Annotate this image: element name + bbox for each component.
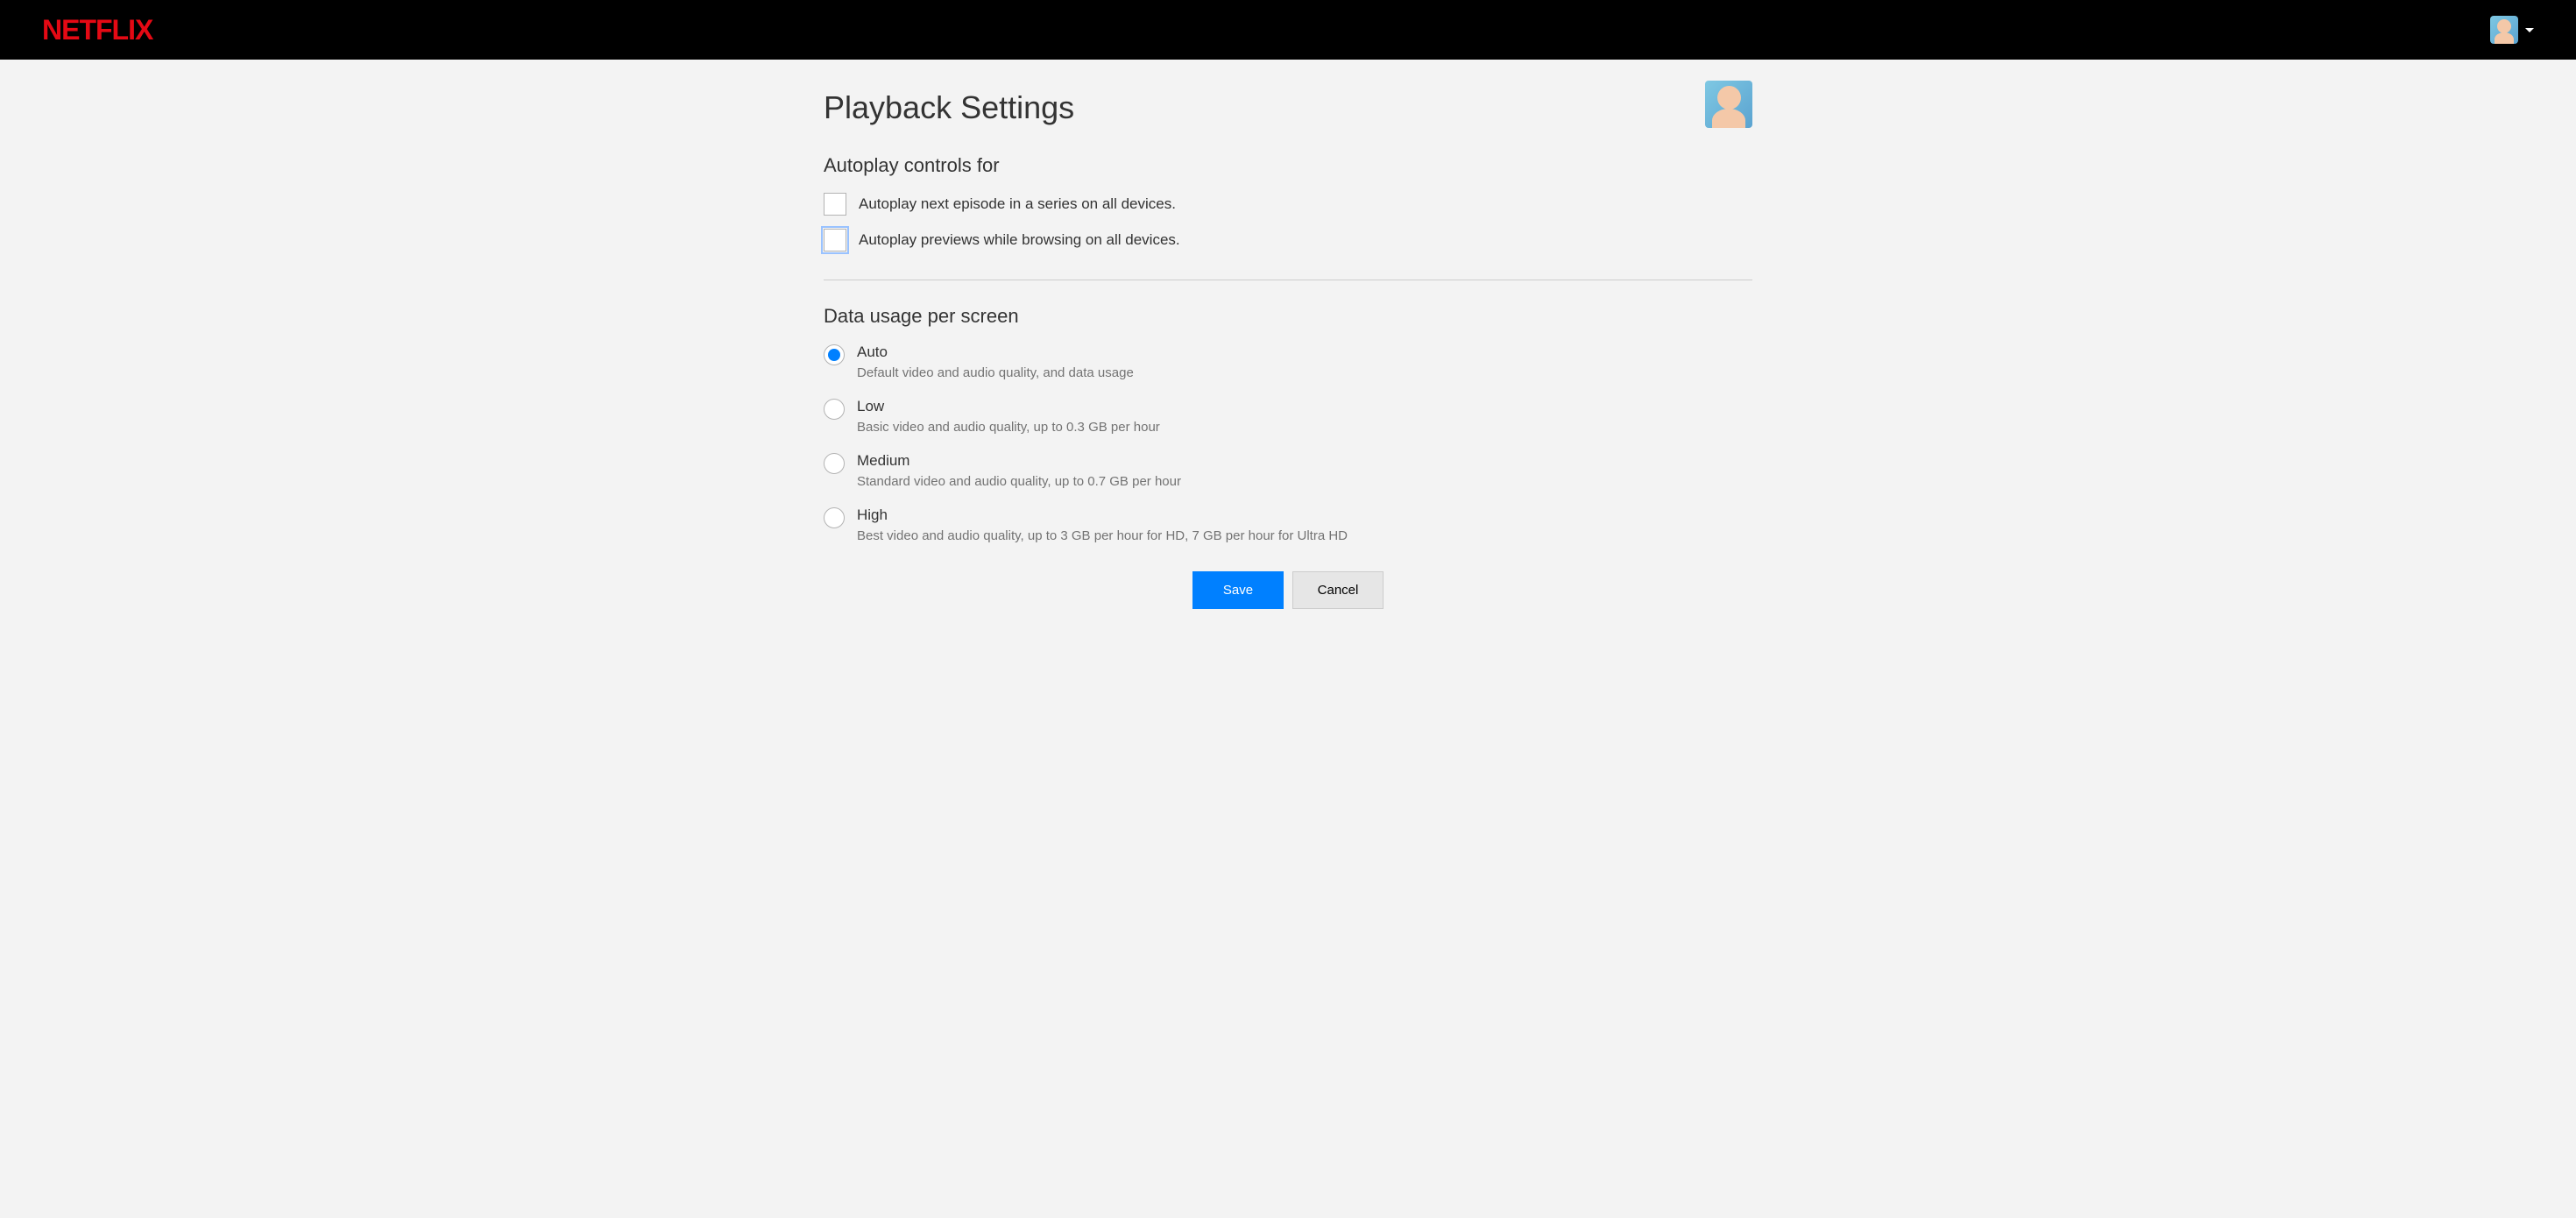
- title-row: Playback Settings: [824, 81, 1752, 128]
- autoplay-next-episode-label: Autoplay next episode in a series on all…: [859, 195, 1176, 213]
- autoplay-section-title: Autoplay controls for: [824, 154, 1752, 177]
- button-row: Save Cancel: [824, 571, 1752, 609]
- data-usage-medium-label: Medium: [857, 452, 1181, 470]
- data-usage-low-row: Low Basic video and audio quality, up to…: [824, 398, 1752, 435]
- data-usage-medium-row: Medium Standard video and audio quality,…: [824, 452, 1752, 489]
- autoplay-previews-row: Autoplay previews while browsing on all …: [824, 229, 1752, 251]
- avatar-icon: [2490, 16, 2518, 44]
- data-usage-high-desc: Best video and audio quality, up to 3 GB…: [857, 528, 1348, 543]
- page-title: Playback Settings: [824, 89, 1074, 126]
- data-usage-low-radio[interactable]: [824, 399, 845, 420]
- data-usage-auto-row: Auto Default video and audio quality, an…: [824, 343, 1752, 380]
- profile-menu-trigger[interactable]: [2490, 16, 2534, 44]
- data-usage-high-content: High Best video and audio quality, up to…: [857, 506, 1348, 543]
- data-usage-low-label: Low: [857, 398, 1160, 415]
- autoplay-next-episode-checkbox[interactable]: [824, 193, 846, 216]
- data-usage-auto-label: Auto: [857, 343, 1134, 361]
- data-usage-medium-radio[interactable]: [824, 453, 845, 474]
- data-usage-low-content: Low Basic video and audio quality, up to…: [857, 398, 1160, 435]
- data-usage-medium-desc: Standard video and audio quality, up to …: [857, 474, 1181, 489]
- data-usage-section-title: Data usage per screen: [824, 305, 1752, 328]
- autoplay-previews-label: Autoplay previews while browsing on all …: [859, 231, 1180, 249]
- netflix-logo[interactable]: NETFLIX: [42, 14, 152, 46]
- data-usage-auto-radio[interactable]: [824, 344, 845, 365]
- autoplay-previews-checkbox[interactable]: [824, 229, 846, 251]
- main-content: Playback Settings Autoplay controls for …: [810, 60, 1766, 662]
- caret-down-icon: [2525, 28, 2534, 32]
- data-usage-low-desc: Basic video and audio quality, up to 0.3…: [857, 420, 1160, 435]
- data-usage-auto-desc: Default video and audio quality, and dat…: [857, 365, 1134, 380]
- data-usage-high-label: High: [857, 506, 1348, 524]
- data-usage-medium-content: Medium Standard video and audio quality,…: [857, 452, 1181, 489]
- cancel-button[interactable]: Cancel: [1292, 571, 1384, 609]
- autoplay-next-episode-row: Autoplay next episode in a series on all…: [824, 193, 1752, 216]
- profile-avatar: [1705, 81, 1752, 128]
- data-usage-high-radio[interactable]: [824, 507, 845, 528]
- header: NETFLIX: [0, 0, 2576, 60]
- data-usage-high-row: High Best video and audio quality, up to…: [824, 506, 1752, 543]
- save-button[interactable]: Save: [1192, 571, 1284, 609]
- data-usage-auto-content: Auto Default video and audio quality, an…: [857, 343, 1134, 380]
